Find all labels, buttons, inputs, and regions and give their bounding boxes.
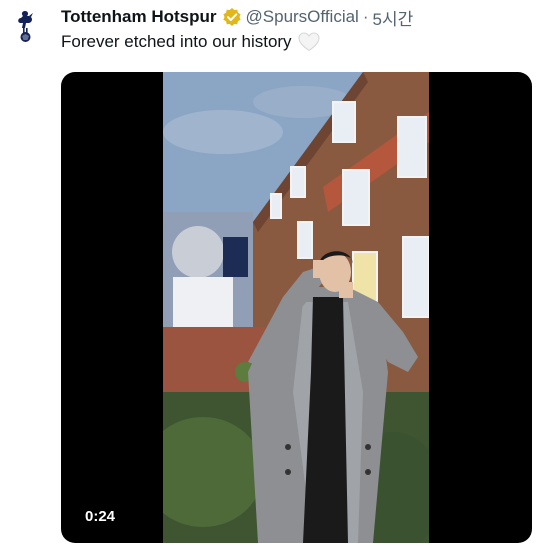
tweet-card[interactable]: Tottenham Hotspur @SpursOfficial · 5시간 F… — [0, 0, 555, 551]
spurs-cockerel-logo — [18, 11, 33, 42]
video-thumbnail[interactable] — [163, 72, 429, 543]
verified-badge-icon[interactable] — [222, 7, 242, 27]
separator-dot: · — [362, 7, 369, 26]
timestamp[interactable]: 5시간 — [373, 5, 414, 30]
tweet-body: Forever etched into our history — [61, 32, 292, 51]
video-player[interactable]: 0:24 — [61, 72, 532, 543]
author-handle[interactable]: @SpursOfficial — [246, 7, 359, 27]
tweet-text: Forever etched into our history — [61, 32, 320, 52]
video-duration: 0:24 — [85, 508, 116, 525]
author-name[interactable]: Tottenham Hotspur — [61, 7, 217, 27]
author-avatar[interactable] — [6, 6, 46, 46]
tweet-header: Tottenham Hotspur @SpursOfficial · 5시간 — [61, 5, 414, 30]
white-heart-icon — [298, 32, 320, 52]
